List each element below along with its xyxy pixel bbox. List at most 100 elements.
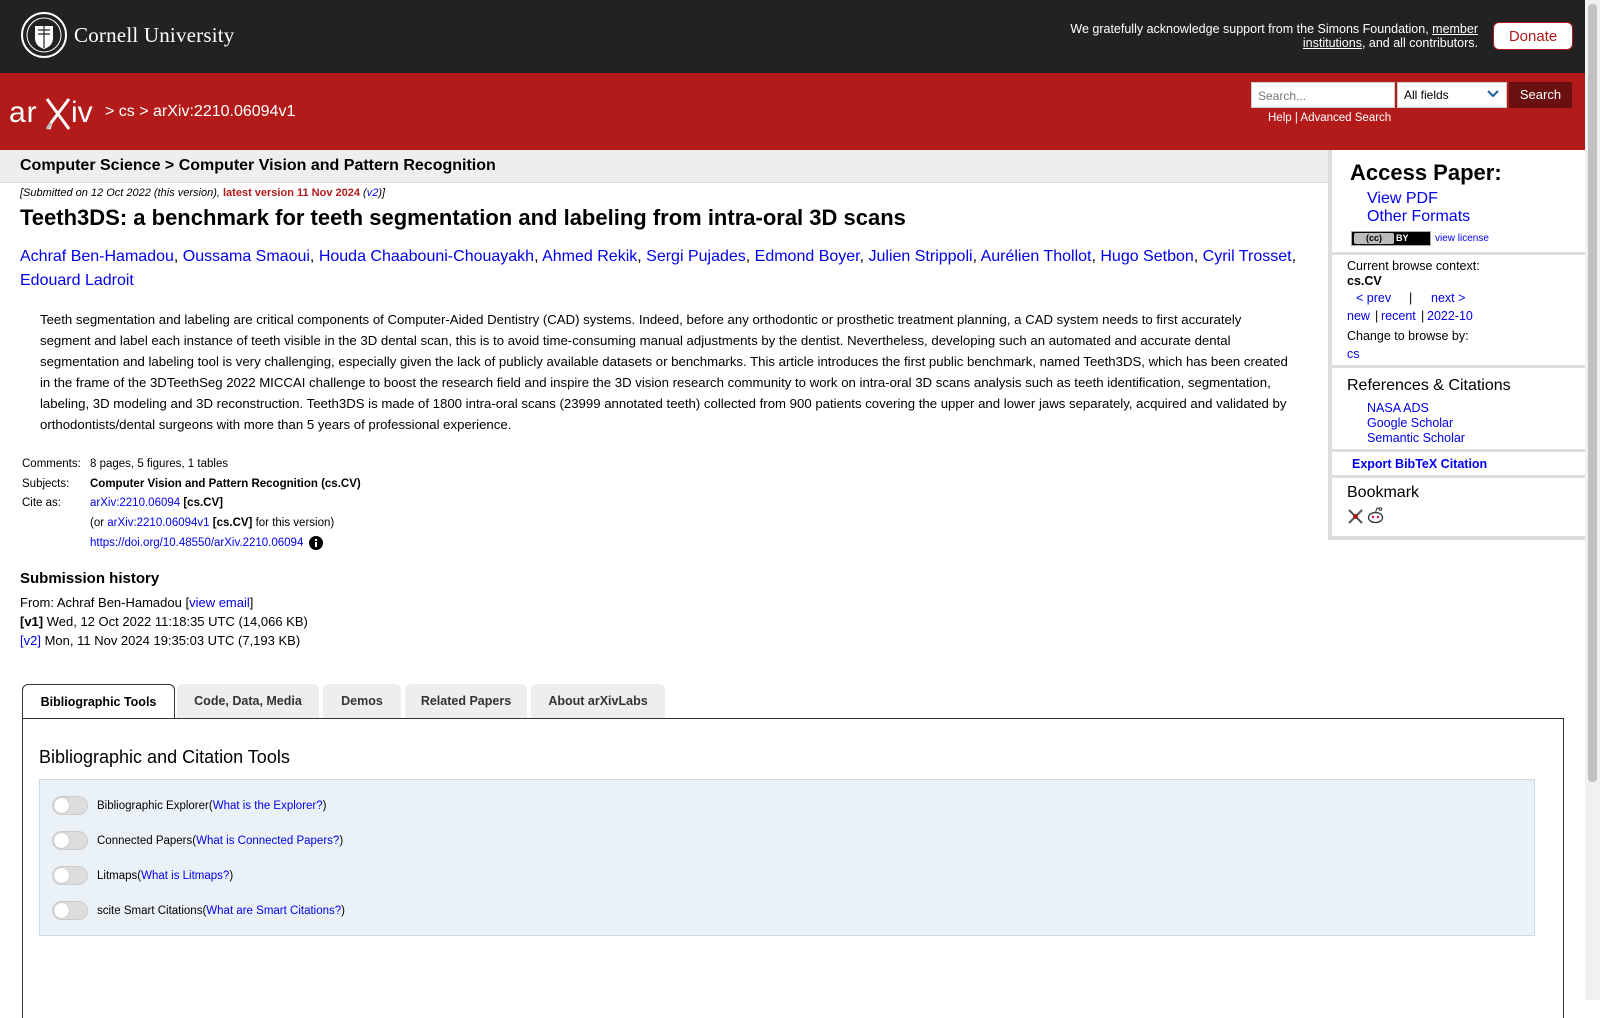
tool-toggle[interactable] (52, 866, 88, 885)
next-link[interactable]: next > (1431, 291, 1465, 305)
author-separator: , (1291, 248, 1297, 265)
subjects-value: Computer Vision and Pattern Recognition … (90, 477, 361, 490)
sidebar-divider (1332, 475, 1585, 478)
category-breadcrumb: Computer Science > Computer Vision and P… (20, 157, 496, 174)
version-id-link[interactable]: arXiv:2210.06094v1 (107, 517, 209, 529)
from-suffix: ] (249, 595, 254, 610)
tool-toggle[interactable] (52, 796, 88, 815)
author-link[interactable]: Sergi Pujades (646, 248, 746, 265)
cornell-logo-link[interactable]: Cornell University (21, 12, 235, 58)
cite-as-label: Cite as: (22, 497, 61, 509)
browse-recent-link[interactable]: recent (1381, 309, 1416, 323)
tab-related-papers[interactable]: Related Papers (405, 684, 527, 718)
google-scholar-link[interactable]: Google Scholar (1367, 416, 1453, 430)
version-suffix: for this version) (252, 516, 335, 529)
reddit-icon[interactable] (1366, 506, 1385, 525)
submission-history-title: Submission history (20, 570, 160, 587)
other-formats-link[interactable]: Other Formats (1367, 208, 1470, 226)
author-list: Achraf Ben-Hamadou, Oussama Smaoui, Houd… (20, 245, 1310, 293)
paren-close: ) (341, 904, 345, 917)
tab-code-data-media[interactable]: Code, Data, Media (177, 684, 319, 718)
author-link[interactable]: Cyril Trosset (1203, 248, 1292, 265)
info-icon[interactable] (309, 536, 324, 550)
semantic-scholar-link[interactable]: Semantic Scholar (1367, 431, 1465, 445)
history-v1: [v1] Wed, 12 Oct 2022 11:18:35 UTC (14,0… (20, 612, 308, 631)
view-email-link[interactable]: view email (189, 595, 250, 610)
search-input[interactable]: Search... (1251, 82, 1395, 108)
category-header: Computer Science > Computer Vision and P… (0, 150, 1328, 183)
arxiv-header: ar iv > cs > arXiv:2210.06094v1 Search..… (0, 73, 1585, 150)
browse-month-link[interactable]: 2022-10 (1427, 309, 1473, 323)
submission-dateline: [Submitted on 12 Oct 2022 (this version)… (20, 187, 385, 199)
version-cite-value: (or arXiv:2210.06094v1 [cs.CV] for this … (90, 517, 334, 529)
cornell-seal-icon (21, 12, 67, 58)
export-bibtex-link[interactable]: Export BibTeX Citation (1352, 457, 1487, 471)
help-link[interactable]: Help (1268, 112, 1292, 124)
access-sidebar: Access Paper: View PDF Other Formats (cc… (1328, 150, 1585, 540)
browse-cs-link[interactable]: cs (1347, 347, 1360, 361)
advanced-search-link[interactable]: Advanced Search (1300, 112, 1391, 124)
v2-text: Mon, 11 Nov 2024 19:35:03 UTC (7,193 KB) (40, 633, 301, 648)
prev-link[interactable]: < prev (1356, 291, 1391, 305)
author-link[interactable]: Edouard Ladroit (20, 272, 134, 289)
v2-history-link[interactable]: [v2] (20, 633, 41, 648)
author-link[interactable]: Ahmed Rekik (542, 248, 637, 265)
paren-close: ) (322, 799, 327, 812)
browse-context-value: cs.CV (1347, 274, 1382, 288)
tool-name: Bibliographic Explorer (97, 799, 209, 812)
nasa-ads-link[interactable]: NASA ADS (1367, 401, 1429, 415)
svg-text:ar: ar (9, 96, 38, 129)
author-link[interactable]: Aurélien Thollot (981, 248, 1092, 265)
author-link[interactable]: Edmond Boyer (755, 248, 860, 265)
tool-row: Litmaps (What is Litmaps?) (52, 866, 233, 885)
tool-row: Bibliographic Explorer (What is the Expl… (52, 796, 327, 815)
recent-month-separator: | (1421, 309, 1425, 323)
author-separator: , (972, 248, 981, 265)
tool-toggle[interactable] (52, 831, 88, 850)
panel-title: Bibliographic and Citation Tools (39, 747, 290, 767)
paren-close: ) (339, 834, 344, 847)
submission-history: From: Achraf Ben-Hamadou [view email] [v… (20, 593, 308, 650)
v2-link[interactable]: v2 (367, 187, 379, 199)
comments-label: Comments: (22, 458, 81, 470)
author-link[interactable]: Oussama Smaoui (183, 248, 310, 265)
breadcrumb[interactable]: > cs > arXiv:2210.06094v1 (105, 103, 295, 121)
sidebar-divider (1332, 365, 1585, 368)
doi-value: https://doi.org/10.48550/arXiv.2210.0609… (90, 536, 324, 550)
author-link[interactable]: Houda Chaabouni-Chouayakh (319, 248, 534, 265)
tab-demos[interactable]: Demos (323, 684, 401, 718)
help-separator: | (1294, 112, 1298, 124)
latest-version-text: latest version 11 Nov 2024 (223, 187, 360, 199)
scrollbar-thumb[interactable] (1588, 4, 1597, 782)
search-field-select[interactable]: All fields (1397, 82, 1507, 108)
version-category: [cs.CV] (209, 516, 253, 529)
author-separator: , (1193, 248, 1203, 265)
browse-new-link[interactable]: new (1347, 309, 1370, 323)
page-scrollbar[interactable] (1585, 0, 1600, 1000)
tab-about-arxivlabs[interactable]: About arXivLabs (531, 684, 665, 718)
arxiv-logo[interactable]: ar iv (9, 93, 101, 133)
tool-info-link[interactable]: What are Smart Citations? (206, 905, 341, 917)
tool-name: scite Smart Citations (97, 904, 203, 917)
tool-info-link[interactable]: What is Litmaps? (141, 870, 229, 882)
v1-label: [v1] (20, 614, 44, 629)
tool-row: Connected Papers (What is Connected Pape… (52, 831, 343, 850)
author-link[interactable]: Hugo Setbon (1100, 248, 1193, 265)
author-link[interactable]: Julien Strippoli (869, 248, 973, 265)
doi-link[interactable]: https://doi.org/10.48550/arXiv.2210.0609… (90, 537, 303, 549)
bibsonomy-icon[interactable] (1347, 508, 1364, 525)
donate-button[interactable]: Donate (1493, 22, 1573, 50)
tool-info-link[interactable]: What is Connected Papers? (196, 835, 339, 847)
tab-bibliographic-tools[interactable]: Bibliographic Tools (22, 684, 175, 721)
tool-toggle[interactable] (52, 901, 88, 920)
search-button[interactable]: Search (1509, 82, 1572, 108)
prev-next-separator: | (1409, 291, 1413, 305)
tool-name: Connected Papers (97, 834, 193, 847)
view-pdf-link[interactable]: View PDF (1367, 190, 1438, 208)
dateline-prefix: [Submitted on 12 Oct 2022 (this version)… (20, 187, 223, 199)
cite-id-link[interactable]: arXiv:2210.06094 (90, 497, 180, 509)
cc-license-badge[interactable]: (cc) BY (1351, 231, 1431, 246)
author-link[interactable]: Achraf Ben-Hamadou (20, 248, 174, 265)
tool-info-link[interactable]: What is the Explorer? (213, 800, 323, 812)
view-license-link[interactable]: view license (1435, 233, 1489, 244)
